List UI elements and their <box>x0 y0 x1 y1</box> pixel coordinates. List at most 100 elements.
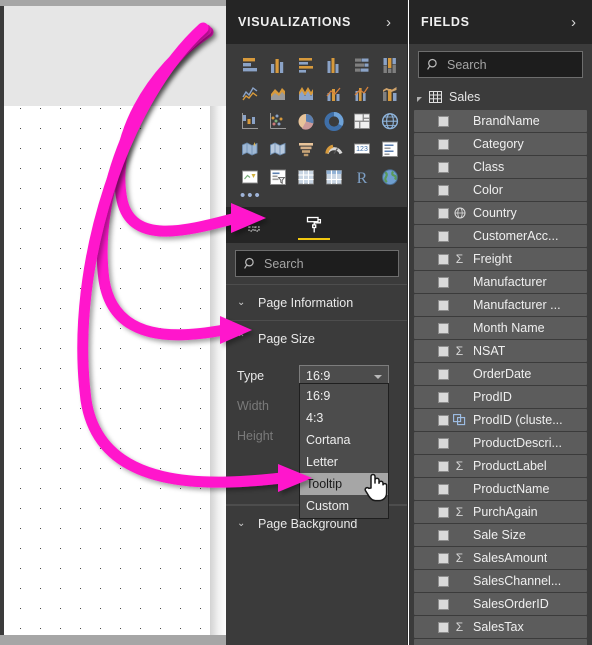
field-checkbox[interactable] <box>438 253 449 265</box>
100-percent-stacked-bar-chart-icon[interactable] <box>348 52 375 78</box>
field-checkbox[interactable] <box>438 207 449 219</box>
filled-map-icon[interactable] <box>236 136 263 162</box>
dropdown-option-tooltip[interactable]: Tooltip <box>300 473 388 495</box>
multi-row-card-icon[interactable] <box>376 136 403 162</box>
field-checkbox[interactable] <box>438 598 449 610</box>
field-row[interactable]: BrandName <box>414 110 587 132</box>
field-checkbox[interactable] <box>438 322 449 334</box>
field-checkbox[interactable] <box>438 414 449 426</box>
field-checkbox[interactable] <box>438 299 449 311</box>
matrix-icon[interactable] <box>320 164 347 190</box>
field-row[interactable]: SalesChannel... <box>414 570 587 592</box>
report-page-surface[interactable] <box>4 106 210 635</box>
field-row[interactable]: OrderDate <box>414 363 587 385</box>
field-checkbox[interactable] <box>438 345 449 357</box>
dropdown-option-cortana[interactable]: Cortana <box>300 429 388 451</box>
stacked-area-chart-icon[interactable] <box>292 80 319 106</box>
pie-chart-icon[interactable] <box>292 108 319 134</box>
field-checkbox[interactable] <box>438 621 449 633</box>
field-row[interactable] <box>414 639 587 645</box>
donut-chart-icon[interactable] <box>320 108 347 134</box>
line-stacked-column-chart-icon[interactable] <box>320 80 347 106</box>
field-row[interactable]: Σ NSAT <box>414 340 587 362</box>
scatter-chart-icon[interactable] <box>264 108 291 134</box>
field-checkbox[interactable] <box>438 115 449 127</box>
field-checkbox[interactable] <box>438 184 449 196</box>
field-row[interactable]: ProductDescri... <box>414 432 587 454</box>
field-row[interactable]: Sale Size <box>414 524 587 546</box>
format-tab[interactable] <box>292 207 336 243</box>
fields-search-input[interactable]: Search <box>418 51 583 78</box>
field-checkbox[interactable] <box>438 460 449 472</box>
field-row[interactable]: ProdID (cluste... <box>414 409 587 431</box>
page-size-type-dropdown[interactable]: 16:9 4:3 Cortana Letter Tooltip Custom <box>299 383 389 519</box>
filled-map-icon <box>241 142 257 156</box>
chevron-right-icon[interactable]: › <box>567 13 580 32</box>
field-checkbox[interactable] <box>438 552 449 564</box>
stacked-column-chart-icon[interactable] <box>264 52 291 78</box>
waterfall-chart-icon[interactable] <box>236 108 263 134</box>
funnel-chart-icon[interactable] <box>292 136 319 162</box>
dropdown-option-16-9[interactable]: 16:9 <box>300 385 388 407</box>
treemap-icon[interactable] <box>348 108 375 134</box>
report-canvas[interactable] <box>0 0 226 645</box>
field-row[interactable]: Month Name <box>414 317 587 339</box>
field-row[interactable]: Category <box>414 133 587 155</box>
field-checkbox[interactable] <box>438 368 449 380</box>
shape-map-icon[interactable] <box>264 136 291 162</box>
field-checkbox[interactable] <box>438 138 449 150</box>
section-page-size[interactable]: ⌃ Page Size <box>226 320 407 356</box>
expand-triangle-icon[interactable] <box>417 96 422 102</box>
fields-table-sales[interactable]: Sales <box>409 86 592 108</box>
field-checkbox[interactable] <box>438 506 449 518</box>
dropdown-option-letter[interactable]: Letter <box>300 451 388 473</box>
field-row[interactable]: Σ PurchAgain <box>414 501 587 523</box>
card-icon[interactable]: 123 <box>348 136 375 162</box>
field-checkbox[interactable] <box>438 483 449 495</box>
field-checkbox[interactable] <box>438 437 449 449</box>
field-row[interactable]: SalesOrderID <box>414 593 587 615</box>
field-checkbox[interactable] <box>438 276 449 288</box>
field-checkbox[interactable] <box>438 529 449 541</box>
field-row[interactable]: Σ SalesAmount <box>414 547 587 569</box>
fields-tab[interactable] <box>234 207 278 243</box>
line-clustered-column-chart-icon[interactable] <box>348 80 375 106</box>
dropdown-option-custom[interactable]: Custom <box>300 495 388 517</box>
arcgis-map-icon[interactable] <box>376 164 403 190</box>
section-page-information[interactable]: ⌄ Page Information <box>226 284 407 320</box>
clustered-column-chart-icon[interactable] <box>320 52 347 78</box>
field-row[interactable]: Manufacturer <box>414 271 587 293</box>
field-row[interactable]: ProdID <box>414 386 587 408</box>
clustered-bar-chart-icon[interactable] <box>292 52 319 78</box>
ribbon-chart-icon[interactable] <box>376 80 403 106</box>
table-icon[interactable] <box>292 164 319 190</box>
field-row[interactable]: Color <box>414 179 587 201</box>
field-row[interactable]: Σ ProductLabel <box>414 455 587 477</box>
field-checkbox[interactable] <box>438 575 449 587</box>
field-row[interactable]: Σ SalesTax <box>414 616 587 638</box>
dropdown-option-4-3[interactable]: 4:3 <box>300 407 388 429</box>
100-percent-stacked-column-chart-icon[interactable] <box>376 52 403 78</box>
canvas-bottom-scrollbar[interactable] <box>0 635 226 645</box>
r-script-visual-icon[interactable]: R <box>348 164 375 190</box>
slicer-icon[interactable] <box>264 164 291 190</box>
field-row[interactable]: ProductName <box>414 478 587 500</box>
field-row[interactable]: Manufacturer ... <box>414 294 587 316</box>
field-row[interactable]: CustomerAcc... <box>414 225 587 247</box>
more-visuals-icon[interactable]: ••• <box>236 188 399 205</box>
field-checkbox[interactable] <box>438 161 449 173</box>
line-chart-icon[interactable] <box>236 80 263 106</box>
field-label: Class <box>473 160 505 174</box>
stacked-bar-chart-icon[interactable] <box>236 52 263 78</box>
field-checkbox[interactable] <box>438 230 449 242</box>
chevron-right-icon[interactable]: › <box>382 13 395 32</box>
field-row[interactable]: Class <box>414 156 587 178</box>
format-search-input[interactable]: Search <box>235 250 399 277</box>
field-row[interactable]: Country <box>414 202 587 224</box>
field-row[interactable]: Σ Freight <box>414 248 587 270</box>
field-checkbox[interactable] <box>438 391 449 403</box>
gauge-chart-icon[interactable] <box>320 136 347 162</box>
map-icon[interactable] <box>376 108 403 134</box>
area-chart-icon[interactable] <box>264 80 291 106</box>
fields-header: FIELDS › <box>409 0 592 44</box>
